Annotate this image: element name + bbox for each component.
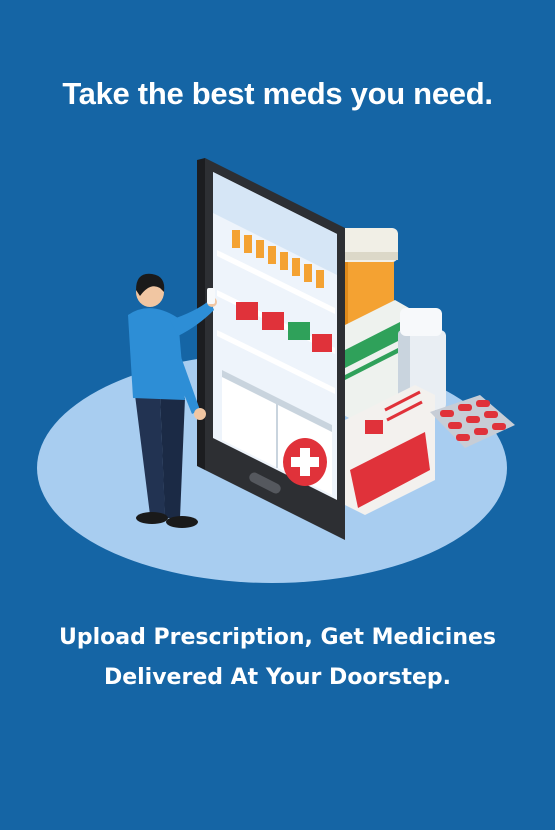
tagline-line-1: Upload Prescription, Get Medicines xyxy=(58,625,497,650)
pharmacy-phone-illustration xyxy=(37,158,515,583)
tagline: Upload Prescription, Get Medicines Deliv… xyxy=(0,618,555,698)
page-title: Take the best meds you need. xyxy=(62,76,493,111)
red-cross-icon xyxy=(283,438,327,486)
tagline-line-2: Delivered At Your Doorstep. xyxy=(103,665,452,690)
